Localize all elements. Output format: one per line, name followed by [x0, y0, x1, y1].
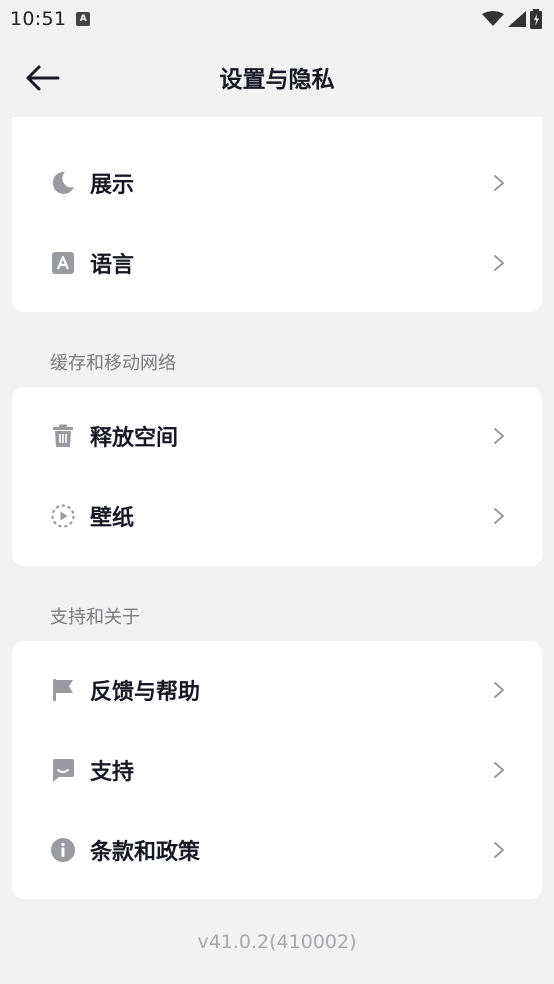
chevron-right-icon	[492, 173, 506, 193]
battery-icon	[530, 9, 542, 29]
settings-item-label: 壁纸	[90, 506, 135, 531]
language-icon	[50, 250, 76, 276]
settings-item-wallpaper[interactable]: 壁纸	[12, 476, 542, 556]
settings-item-feedback[interactable]: 反馈与帮助	[12, 650, 542, 730]
support-card: 反馈与帮助 支持 条款和政策	[12, 641, 542, 899]
chevron-right-icon	[492, 426, 506, 446]
wifi-icon	[482, 11, 504, 26]
settings-item-label: 释放空间	[90, 426, 179, 451]
app-version: v41.0.2(410002)	[197, 931, 357, 953]
settings-item-label: 条款和政策	[90, 840, 201, 865]
status-left: 10:51 A	[10, 8, 91, 30]
wallpaper-icon	[50, 503, 76, 529]
info-icon	[50, 837, 76, 863]
chevron-right-icon	[492, 840, 506, 860]
section-title-cache: 缓存和移动网络	[50, 353, 176, 374]
flag-icon	[50, 677, 76, 703]
status-bar: 10:51 A	[0, 0, 554, 38]
settings-item-language[interactable]: 语言	[12, 223, 542, 303]
arrow-left-icon	[26, 65, 60, 91]
settings-item-terms[interactable]: 条款和政策	[12, 810, 542, 890]
back-button[interactable]	[22, 60, 62, 96]
display-language-card: 展示 语言	[12, 117, 542, 312]
settings-item-label: 支持	[90, 760, 135, 785]
settings-item-free-space[interactable]: 释放空间	[12, 396, 542, 476]
chevron-right-icon	[492, 253, 506, 273]
settings-item-label: 语言	[90, 253, 135, 278]
section-title-support: 支持和关于	[50, 607, 140, 628]
status-time: 10:51	[10, 8, 67, 30]
chevron-right-icon	[492, 760, 506, 780]
chevron-right-icon	[492, 680, 506, 700]
settings-item-label: 反馈与帮助	[90, 680, 201, 705]
moon-icon	[50, 170, 76, 196]
settings-item-label: 展示	[90, 173, 135, 198]
settings-item-display[interactable]: 展示	[12, 143, 542, 223]
signal-icon	[508, 11, 526, 27]
settings-item-support[interactable]: 支持	[12, 730, 542, 810]
chevron-right-icon	[492, 506, 506, 526]
cache-card: 释放空间 壁纸	[12, 387, 542, 566]
page-title: 设置与隐私	[219, 67, 335, 93]
notification-icon: A	[76, 12, 91, 26]
status-right	[482, 9, 542, 29]
chat-icon	[50, 757, 76, 783]
app-header: 设置与隐私	[0, 38, 554, 116]
trash-icon	[50, 423, 76, 449]
